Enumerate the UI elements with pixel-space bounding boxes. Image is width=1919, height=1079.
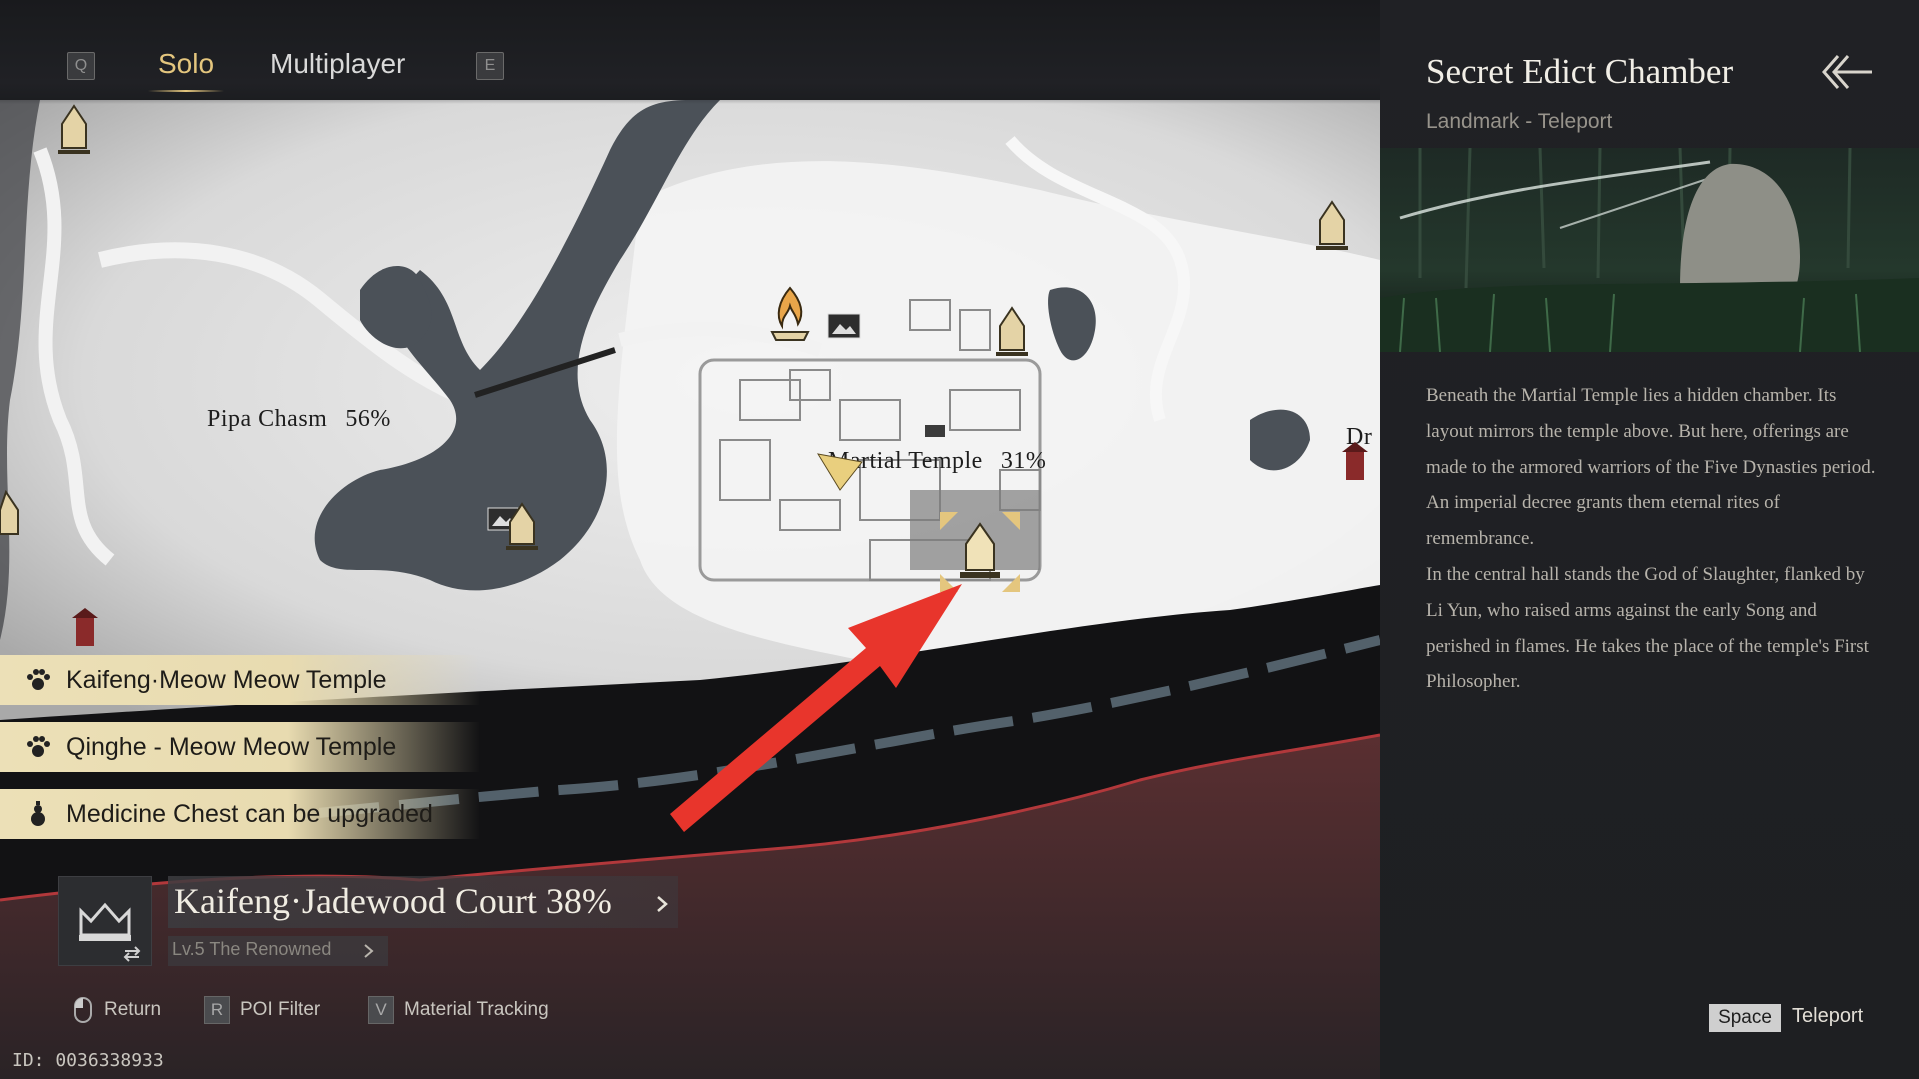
prev-tab-key[interactable]: Q (67, 52, 95, 80)
map-label-percent: 56% (345, 406, 391, 432)
hint-poi-filter[interactable]: R POI Filter (204, 996, 320, 1024)
region-switch-button[interactable] (58, 876, 152, 966)
hint-label: Return (104, 999, 162, 1020)
landmark-icon[interactable] (1314, 200, 1350, 252)
teleport-key[interactable]: Space (1709, 1004, 1781, 1032)
region-title[interactable]: Kaifeng·Jadewood Court 38% (174, 880, 612, 922)
description-paragraph: Beneath the Martial Temple lies a hidden… (1426, 385, 1876, 550)
mouse-icon (74, 997, 92, 1023)
back-arrow-icon[interactable] (1816, 50, 1876, 94)
notification-text: Kaifeng·Meow Meow Temple (66, 665, 387, 694)
panel-subtitle: Landmark - Teleport (1426, 110, 1613, 133)
map-label-pipa-chasm[interactable]: Pipa Chasm 56% (207, 406, 391, 433)
landmark-icon[interactable] (56, 104, 92, 156)
hint-label: Material Tracking (404, 999, 549, 1020)
paw-icon (20, 668, 56, 692)
landmark-icon[interactable] (994, 306, 1030, 358)
player-id: ID: 0036338933 (12, 1050, 164, 1071)
notification-item[interactable]: Kaifeng·Meow Meow Temple (0, 655, 480, 705)
campfire-icon[interactable] (766, 284, 814, 344)
hint-key: V (368, 996, 394, 1024)
tab-solo[interactable]: Solo (147, 48, 225, 92)
shrine-icon[interactable] (1340, 440, 1370, 482)
region-rank: Lv.5 The Renowned (172, 939, 332, 959)
notification-item[interactable]: Qinghe - Meow Meow Temple (0, 722, 480, 772)
tab-multiplayer[interactable]: Multiplayer (270, 48, 405, 80)
notification-text: Medicine Chest can be upgraded (66, 799, 433, 828)
hint-return[interactable]: Return (72, 996, 161, 1024)
landmark-icon[interactable] (0, 490, 24, 542)
panel-title: Secret Edict Chamber (1426, 52, 1734, 91)
player-arrow-icon (816, 453, 863, 491)
crown-castle-icon (79, 902, 141, 962)
hint-label: POI Filter (240, 999, 321, 1020)
panel-description: Beneath the Martial Temple lies a hidden… (1426, 378, 1876, 700)
hint-key: R (204, 996, 230, 1024)
annotation-arrow-icon (670, 584, 962, 832)
location-detail-panel: Secret Edict Chamber Landmark - Teleport (1380, 0, 1919, 1079)
chevron-right-icon[interactable] (654, 894, 670, 914)
notification-item[interactable]: Medicine Chest can be upgraded (0, 789, 480, 839)
teleport-button[interactable]: Teleport (1792, 1005, 1863, 1028)
shrine-icon[interactable] (70, 606, 100, 648)
map-label-percent: 31% (1000, 448, 1047, 474)
notification-text: Qinghe - Meow Meow Temple (66, 732, 397, 761)
description-paragraph: In the central hall stands the God of Sl… (1426, 563, 1869, 693)
paw-icon (20, 735, 56, 759)
vista-icon[interactable] (486, 500, 546, 556)
gourd-icon (20, 801, 56, 827)
location-preview-image (1380, 148, 1919, 352)
next-tab-key[interactable]: E (476, 52, 504, 80)
vista-icon[interactable] (826, 312, 862, 340)
map-label-name: Pipa Chasm (207, 406, 328, 432)
chevron-right-icon[interactable] (362, 942, 376, 960)
hint-material-tracking[interactable]: V Material Tracking (368, 996, 549, 1024)
